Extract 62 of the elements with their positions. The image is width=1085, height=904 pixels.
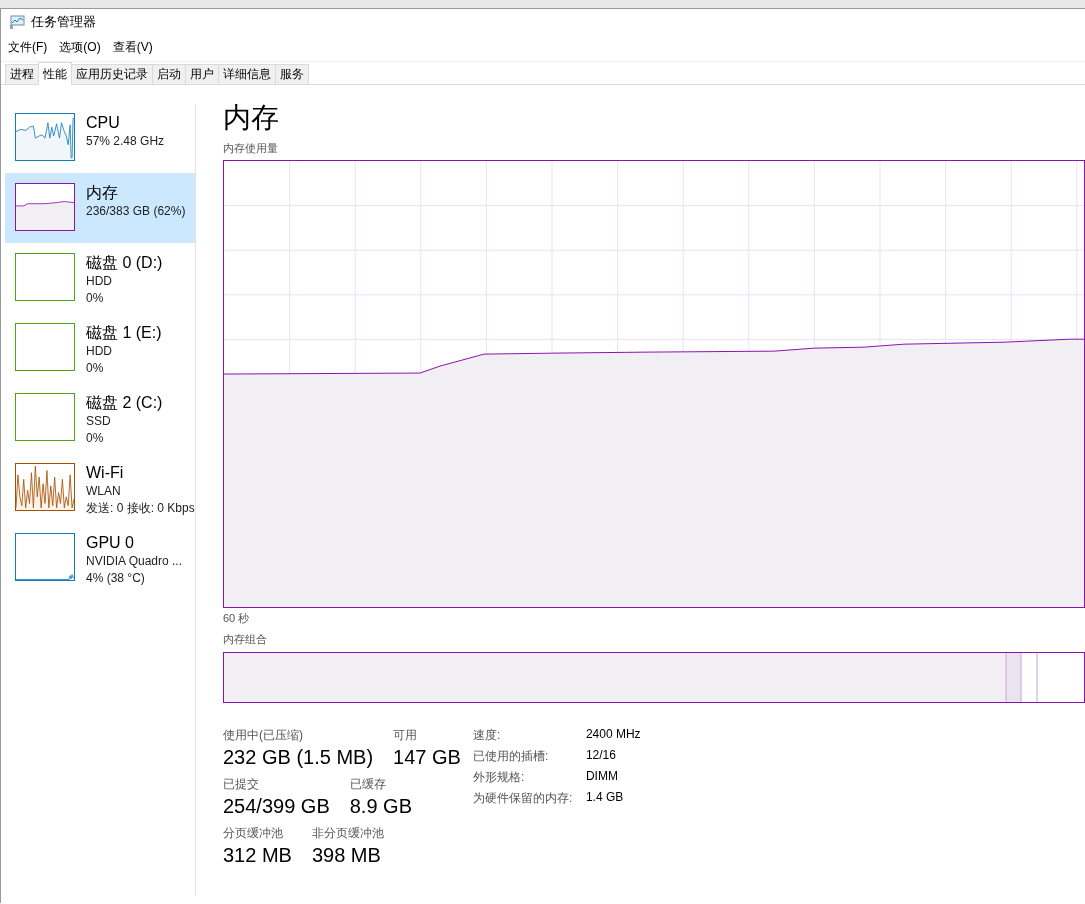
stat-label: 分页缓冲池 (223, 825, 284, 842)
item-detail: NVIDIA Quadro ... (86, 553, 183, 570)
sidebar-item[interactable]: 磁盘 2 (C:) SSD 0% (5, 383, 195, 453)
property-value: DIMM (585, 769, 619, 785)
stat-value: 312 MB (223, 843, 292, 868)
section-title: 内存 (223, 101, 279, 135)
item-detail: HDD (86, 273, 113, 290)
sidebar-item[interactable]: 磁盘 1 (E:) HDD 0% (5, 313, 195, 383)
stat-value: 254/399 GB (223, 794, 330, 819)
item-name: CPU (86, 113, 121, 133)
item-detail: 0% (86, 290, 105, 307)
tab[interactable]: 性能 (38, 62, 72, 85)
time-label: 60 秒 (223, 611, 250, 626)
composition-label: 内存组合 (223, 632, 267, 647)
property-value: 12/16 (585, 748, 617, 764)
tab[interactable]: 服务 (275, 64, 309, 84)
app-icon (9, 14, 25, 30)
item-detail: SSD (86, 413, 112, 430)
tab[interactable]: 详细信息 (218, 64, 276, 84)
sidebar-item[interactable]: CPU 57% 2.48 GHz (5, 103, 195, 173)
menu-item[interactable]: 文件(F) (3, 37, 53, 57)
stat-label: 已提交 (223, 776, 260, 793)
property-label: 已使用的插槽: (472, 748, 550, 765)
tab[interactable]: 应用历史记录 (71, 64, 153, 84)
property-label: 为硬件保留的内存: (472, 790, 574, 807)
stat-value: 8.9 GB (349, 794, 412, 819)
sidebar-item[interactable]: GPU 0 NVIDIA Quadro ... 4% (38 °C) (5, 523, 195, 593)
item-name: 内存 (86, 183, 119, 203)
stat-value: 232 GB (1.5 MB) (223, 745, 374, 770)
property-label: 速度: (472, 727, 502, 744)
menu-item[interactable]: 选项(O) (54, 37, 106, 57)
item-detail: 0% (86, 360, 105, 377)
item-name: GPU 0 (86, 533, 135, 553)
item-detail: 57% 2.48 GHz (86, 133, 165, 150)
stat-value: 398 MB (311, 843, 382, 868)
item-name: 磁盘 1 (E:) (86, 323, 162, 343)
sidebar-item[interactable]: 内存 236/383 GB (62%) (5, 173, 195, 243)
tab[interactable]: 启动 (152, 64, 186, 84)
item-detail: 0% (86, 430, 105, 447)
item-detail: HDD (86, 343, 113, 360)
graph-label: 内存使用量 (223, 141, 278, 156)
menu-item[interactable]: 查看(V) (107, 37, 158, 57)
tab[interactable]: 用户 (185, 64, 219, 84)
property-label: 外形规格: (472, 769, 526, 786)
window-title: 任务管理器 (31, 13, 96, 31)
sidebar-item[interactable]: Wi-Fi WLAN 发送: 0 接收: 0 Kbps (5, 453, 195, 523)
property-value: 1.4 GB (585, 790, 625, 806)
item-detail: 发送: 0 接收: 0 Kbps (86, 500, 195, 517)
property-value: 2400 MHz (585, 727, 641, 743)
item-detail: 236/383 GB (62%) (86, 203, 186, 220)
item-name: Wi-Fi (86, 463, 125, 483)
stat-label: 非分页缓冲池 (311, 825, 384, 842)
item-detail: WLAN (86, 483, 122, 500)
stat-label: 可用 (393, 727, 419, 744)
stat-value: 147 GB (393, 745, 461, 770)
stat-label: 已缓存 (349, 776, 387, 793)
sidebar-item[interactable]: 磁盘 0 (D:) HDD 0% (5, 243, 195, 313)
item-name: 磁盘 2 (C:) (86, 393, 163, 413)
item-name: 磁盘 0 (D:) (86, 253, 163, 273)
stat-label: 使用中(已压缩) (223, 727, 304, 744)
item-detail: 4% (38 °C) (86, 570, 146, 587)
tab[interactable]: 进程 (5, 64, 39, 84)
